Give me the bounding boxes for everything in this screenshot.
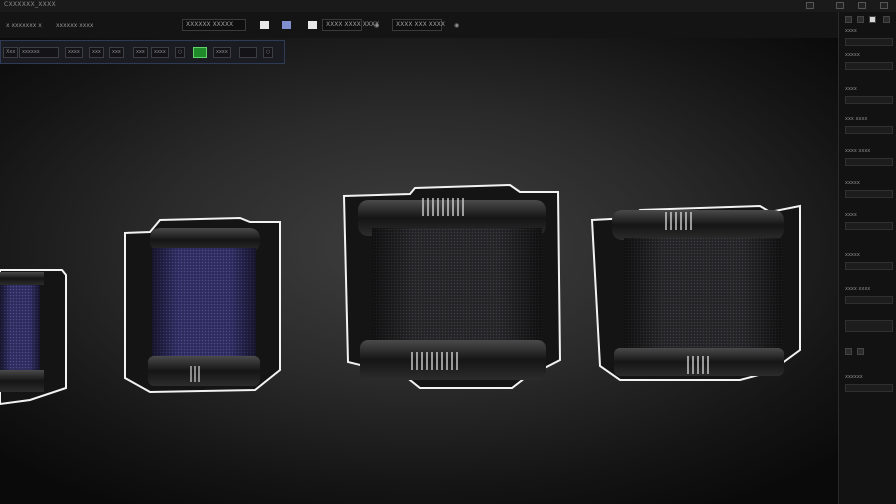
panel-label-3: xxxx xyxy=(845,86,857,92)
panel-field-3[interactable] xyxy=(845,96,893,104)
toolbar-field-3[interactable]: XXXX XXX XXXX xyxy=(392,19,445,31)
panel-field-4[interactable] xyxy=(845,126,893,134)
scene-objects xyxy=(0,183,801,406)
panel-field-2[interactable] xyxy=(845,62,893,70)
panel-field-7[interactable] xyxy=(845,222,893,230)
panel-label-10: xxxxxx xyxy=(845,374,863,380)
properties-panel: xxxx xxxxx xxxx xxx xxxx xxxx xxxx xxxxx… xyxy=(838,12,896,504)
speaker-object-3[interactable] xyxy=(342,183,562,389)
speaker-object-1[interactable] xyxy=(0,269,67,406)
panel-tool-button-2[interactable] xyxy=(857,16,864,23)
restore-button[interactable] xyxy=(858,2,866,9)
app-title: CXXXXXX_XXXX xyxy=(4,1,56,8)
toolbar-field-1[interactable]: XXXXXX XXXXX xyxy=(182,19,246,31)
main-toolbar: x xxxxxxx x xxxxxx xxxx XXXXXX XXXXX XXX… xyxy=(0,12,838,39)
color-swatch-white[interactable] xyxy=(260,21,269,29)
panel-field-9[interactable] xyxy=(845,296,893,304)
panel-label-6: xxxxx xyxy=(845,180,860,186)
panel-field-8[interactable] xyxy=(845,262,893,270)
speaker-object-4[interactable] xyxy=(590,204,801,381)
panel-label-1: xxxx xyxy=(845,28,857,34)
color-swatch-blue[interactable] xyxy=(282,21,291,29)
panel-tool-button-1[interactable] xyxy=(845,16,852,23)
panel-field-10[interactable] xyxy=(845,320,893,332)
maximize-button[interactable] xyxy=(836,2,844,9)
panel-check-1[interactable] xyxy=(845,348,852,355)
minimize-button[interactable] xyxy=(806,2,814,9)
toolbar-radio-icon[interactable]: ◉ xyxy=(374,20,379,31)
panel-tool-button-3[interactable] xyxy=(869,16,876,23)
close-button[interactable] xyxy=(880,2,888,9)
panel-field-5[interactable] xyxy=(845,158,893,166)
panel-label-8: xxxxx xyxy=(845,252,860,258)
panel-field-11[interactable] xyxy=(845,384,893,392)
panel-tool-button-4[interactable] xyxy=(883,16,890,23)
toolbar-item-mode[interactable]: x xxxxxxx x xyxy=(6,20,42,31)
speaker-object-2[interactable] xyxy=(124,216,281,394)
toolbar-item-options[interactable]: xxxxxx xxxx xyxy=(56,20,93,31)
color-swatch-white-2[interactable] xyxy=(308,21,317,29)
panel-label-4: xxx xxxx xyxy=(845,116,868,122)
panel-field-1[interactable] xyxy=(845,38,893,46)
panel-label-7: xxxx xyxy=(845,212,857,218)
panel-check-2[interactable] xyxy=(857,348,864,355)
toolbar-field-2[interactable]: XXXX XXXX XXXX xyxy=(322,19,379,31)
toolbar-radio-icon-2[interactable]: ◉ xyxy=(454,20,459,31)
panel-label-2: xxxxx xyxy=(845,52,860,58)
panel-label-9: xxxx xxxx xyxy=(845,286,871,292)
panel-label-5: xxxx xxxx xyxy=(845,148,871,154)
panel-field-6[interactable] xyxy=(845,190,893,198)
